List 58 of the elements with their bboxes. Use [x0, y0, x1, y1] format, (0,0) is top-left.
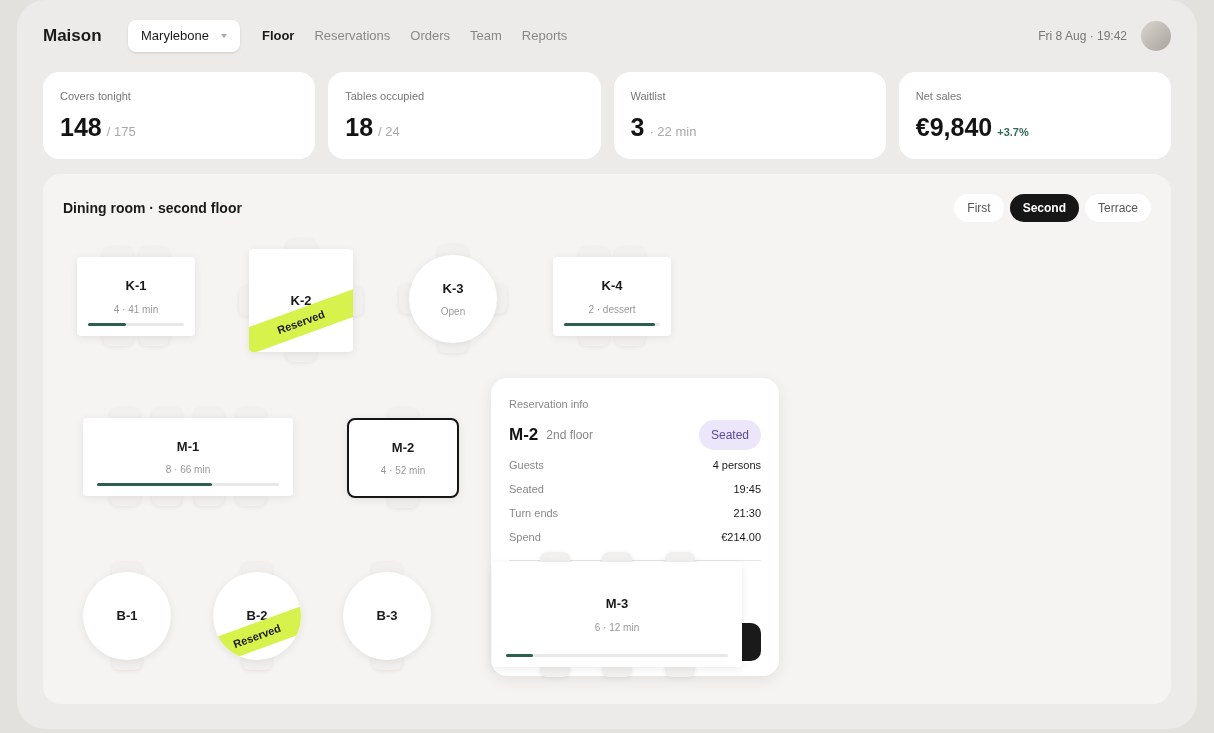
- location-dropdown[interactable]: Marylebone: [128, 20, 240, 52]
- table[interactable]: K-1 4 · 41 min: [77, 257, 195, 336]
- table[interactable]: M-3 6 · 12 min: [492, 562, 742, 667]
- table[interactable]: B-3: [343, 572, 431, 660]
- level-toggle-pill[interactable]: Terrace: [1085, 194, 1151, 222]
- stat-detail: / 175: [106, 122, 136, 141]
- brand-name: Maison: [43, 25, 103, 48]
- stat-value: 3: [630, 111, 645, 143]
- level-toggle-pill[interactable]: Second: [1009, 194, 1079, 222]
- table-name: M-1: [176, 437, 200, 456]
- table[interactable]: K-4 2 · dessert: [553, 257, 671, 336]
- stat-label: Net sales: [915, 89, 963, 104]
- info-label: Turn ends: [509, 506, 559, 522]
- status-badge: Seated: [698, 419, 761, 450]
- table-title: M-2: [509, 423, 539, 446]
- table-name: M-2: [391, 438, 415, 457]
- table[interactable]: M-1 8 · 66 min: [83, 418, 293, 496]
- stat-label: Waitlist: [630, 89, 667, 104]
- section-title: Dining room · second floor: [63, 198, 242, 218]
- floor-label: 2nd floor: [546, 426, 593, 444]
- stat-label: Tables occupied: [345, 89, 426, 104]
- table-name: B-3: [376, 607, 398, 626]
- info-label: Spend: [509, 530, 541, 546]
- table-name: M-3: [605, 595, 629, 614]
- stat-value: 148: [60, 111, 102, 143]
- table-detail: 4 · 41 min: [113, 302, 159, 317]
- table-name: B-1: [116, 607, 138, 626]
- table-detail: Open: [440, 305, 466, 320]
- change-value: +3.7%: [997, 124, 1029, 140]
- info-value: €214.00: [721, 530, 761, 546]
- card-label: Reservation info: [509, 397, 590, 412]
- table-detail: 8 · 66 min: [165, 463, 211, 478]
- info-value: 4 persons: [712, 458, 761, 474]
- nav-link[interactable]: Floor: [261, 26, 295, 46]
- table-name: K-4: [601, 277, 623, 296]
- table-name: K-1: [125, 277, 147, 296]
- table-name: B-2: [246, 607, 268, 624]
- action-button[interactable]: [742, 623, 761, 661]
- table[interactable]: K-3 Open: [409, 255, 497, 343]
- stat-label: Covers tonight: [60, 89, 132, 104]
- table-detail: 6 · 12 min: [594, 620, 640, 635]
- stat-value: €9,840: [915, 111, 993, 143]
- stat-detail: · 22 min: [649, 122, 697, 141]
- table-name: K-3: [442, 279, 464, 298]
- info-label: Seated: [509, 482, 544, 498]
- caret-icon: [220, 34, 227, 38]
- info-value: 21:30: [733, 506, 761, 522]
- level-toggle-pill[interactable]: First: [954, 194, 1004, 222]
- table-detail: 2 · dessert: [588, 302, 636, 317]
- table-name: K-2: [290, 291, 312, 310]
- table[interactable]: M-2 4 · 52 min: [347, 418, 459, 498]
- info-value: 19:45: [733, 482, 761, 498]
- table[interactable]: B-1: [83, 572, 171, 660]
- date-time: Fri 8 Aug · 19:42: [1038, 28, 1127, 45]
- stat-value: 18: [345, 111, 374, 143]
- table-detail: 4 · 52 min: [380, 464, 426, 479]
- info-label: Guests: [509, 458, 544, 474]
- stat-detail: / 24: [378, 122, 400, 141]
